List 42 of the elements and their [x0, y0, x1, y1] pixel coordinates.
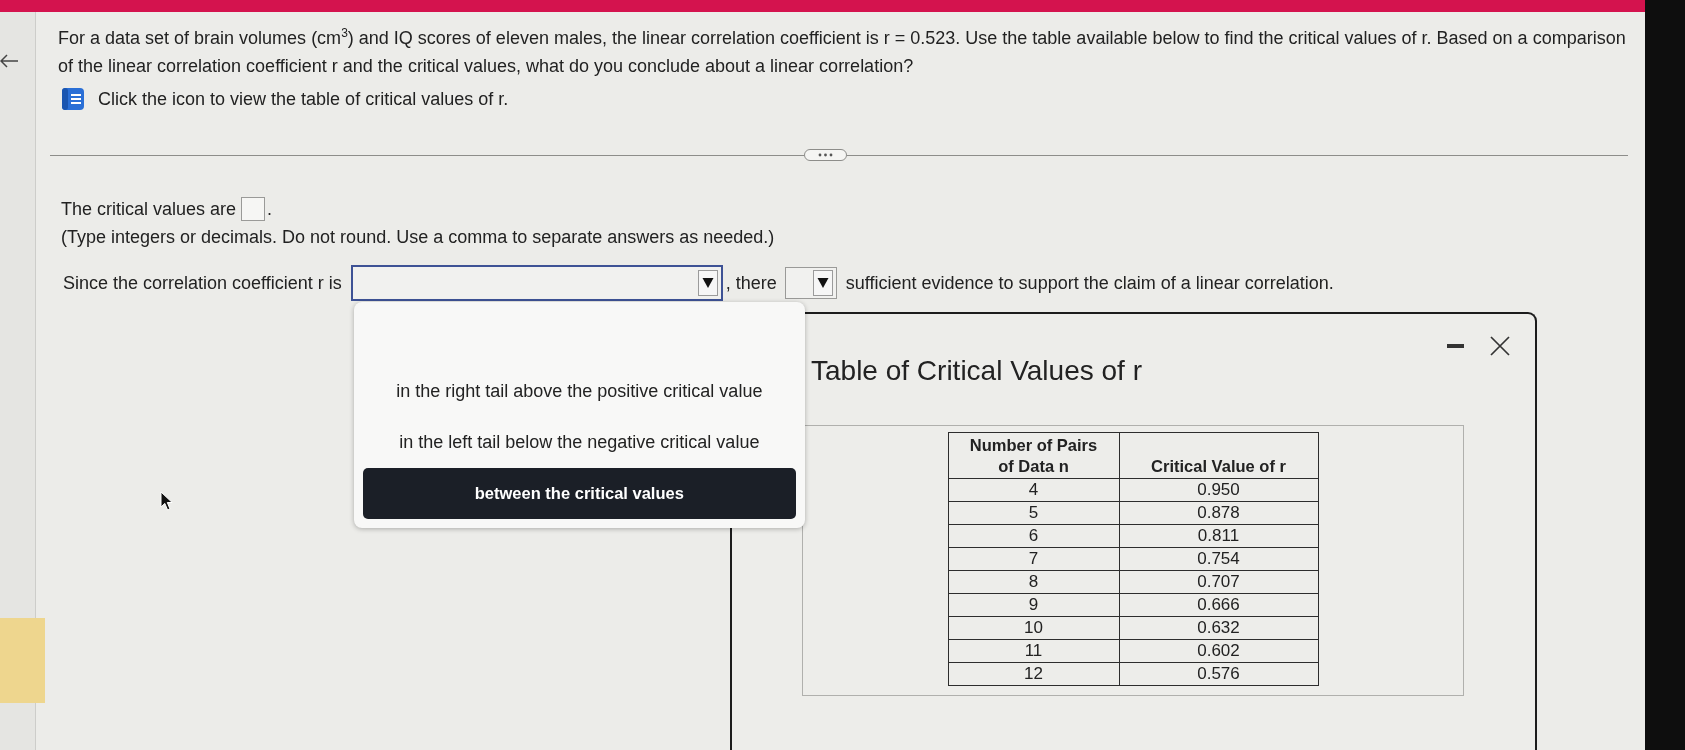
- question-text: For a data set of brain volumes (cm$^{3}$) and IQ scores of eleven males, the linear correlation coefficient is r = 0.523. Use the table available below to find the critical values of r. Based on a comparison of the linear correlation coefficient r and the critical values, what do you conclude about a linear correlation?: [58, 25, 1627, 78]
- prompt-text: The critical values are: [61, 198, 237, 220]
- ellipsis-icon[interactable]: [804, 149, 847, 161]
- table-cell: 0.950: [1119, 478, 1318, 502]
- table-cell: 0.602: [1119, 639, 1318, 663]
- dropdown-field[interactable]: [784, 267, 837, 299]
- answer-box[interactable]: [241, 197, 266, 221]
- dropdown-option[interactable]: between the critical values: [362, 468, 796, 519]
- table-cell: 11: [948, 639, 1119, 663]
- table-cell: 7: [948, 547, 1119, 571]
- table-cell: 12: [948, 662, 1119, 686]
- table-cell: 0.632: [1119, 616, 1318, 640]
- table-cell: 0.754: [1119, 547, 1318, 571]
- back-arrow-icon[interactable]: [0, 54, 18, 68]
- table-cell: 0.707: [1119, 570, 1318, 594]
- column-header: Number of Pairs of Data n: [948, 432, 1119, 479]
- connector-text: , there: [725, 272, 777, 294]
- prompt-text: Since the correlation coefficient r is: [63, 272, 342, 294]
- prompt-text: sufficient evidence to support the claim of a linear correlation.: [845, 272, 1334, 294]
- caret-icon: [697, 270, 718, 296]
- cursor-icon: [160, 491, 173, 511]
- dropdown-field[interactable]: [350, 265, 723, 301]
- help-link-text[interactable]: Click the icon to view the table of critical values of r.: [98, 88, 509, 110]
- dialog-title: Table of Critical Values of r: [811, 354, 1143, 388]
- dropdown-option[interactable]: in the right tail above the positive critical value: [362, 366, 796, 417]
- column-header: Critical Value of r: [1119, 432, 1318, 479]
- book-icon[interactable]: [62, 88, 84, 110]
- table-cell: 0.576: [1119, 662, 1318, 686]
- table-cell: 0.666: [1119, 593, 1318, 617]
- dropdown-option[interactable]: in the left tail below the negative critical value: [362, 417, 796, 468]
- table-cell: 6: [948, 524, 1119, 548]
- table-cell: 0.811: [1119, 524, 1318, 548]
- close-icon[interactable]: [1490, 336, 1510, 356]
- table-cell: 0.878: [1119, 501, 1318, 525]
- period-text: .: [267, 198, 273, 220]
- table-cell: 8: [948, 570, 1119, 594]
- table-cell: 9: [948, 593, 1119, 617]
- table-cell: 5: [948, 501, 1119, 525]
- table-cell: 10: [948, 616, 1119, 640]
- hint-text: (Type integers or decimals. Do not round. Use a comma to separate answers as needed.): [61, 227, 776, 248]
- table-cell: 4: [948, 478, 1119, 502]
- caret-icon: [812, 270, 833, 296]
